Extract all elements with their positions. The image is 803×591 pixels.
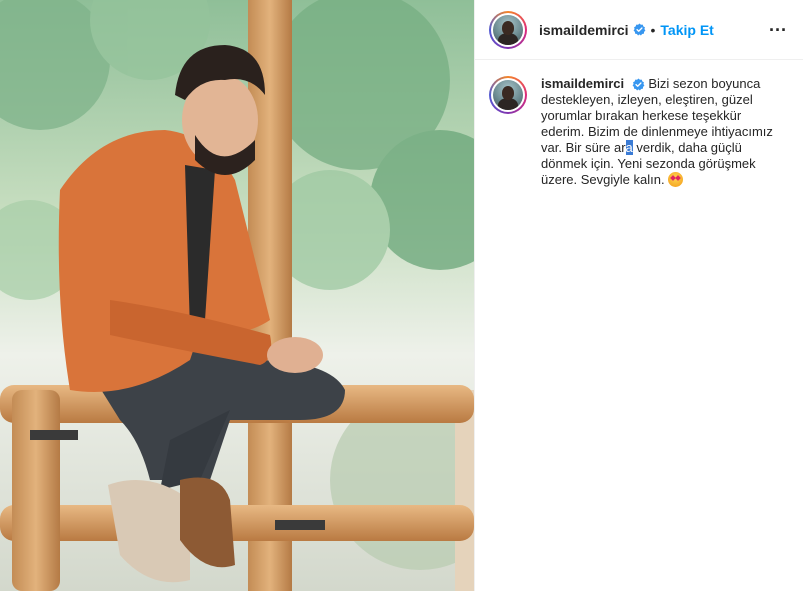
caption-text: ismaildemirci Bizi sezon boyunca destekl… bbox=[541, 76, 787, 188]
header-separator: • bbox=[650, 21, 656, 38]
more-options-icon[interactable]: ··· bbox=[769, 21, 787, 39]
avatar[interactable] bbox=[489, 10, 527, 49]
post-image[interactable] bbox=[0, 0, 474, 591]
selected-text: a bbox=[625, 140, 633, 155]
caption: ismaildemirci Bizi sezon boyunca destekl… bbox=[475, 60, 803, 188]
caption-avatar[interactable] bbox=[489, 76, 527, 114]
post-side-panel: ismaildemirci • Takip Et ··· ismaildemir… bbox=[474, 0, 803, 591]
star-struck-emoji-icon bbox=[668, 172, 684, 187]
post-header: ismaildemirci • Takip Et ··· bbox=[475, 0, 803, 60]
caption-verified-badge-icon bbox=[632, 78, 645, 91]
follow-button[interactable]: Takip Et bbox=[660, 22, 713, 38]
profile-picture bbox=[493, 14, 523, 45]
post-photo-illustration bbox=[0, 0, 474, 591]
verified-badge-icon bbox=[633, 23, 646, 36]
caption-username[interactable]: ismaildemirci bbox=[541, 76, 624, 91]
header-username[interactable]: ismaildemirci bbox=[539, 22, 629, 38]
caption-profile-picture bbox=[493, 80, 523, 110]
